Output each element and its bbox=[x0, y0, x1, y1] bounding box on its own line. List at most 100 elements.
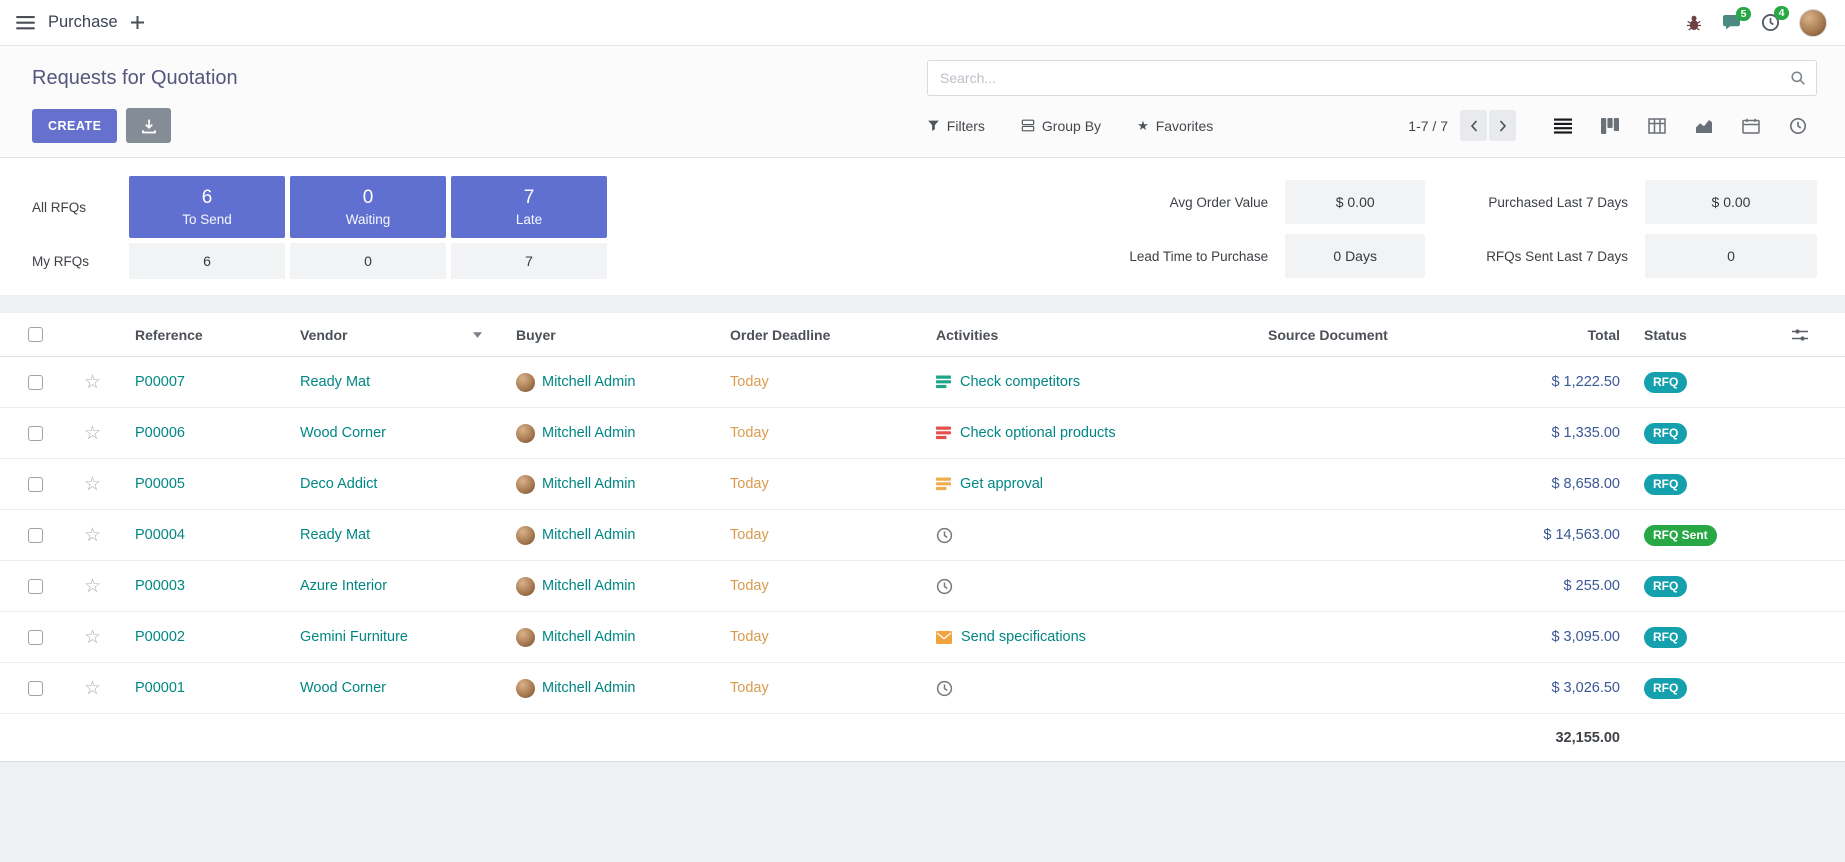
favorite-star-icon[interactable]: ☆ bbox=[84, 679, 101, 698]
header-activities[interactable]: Activities bbox=[930, 327, 1260, 343]
pivot-view-icon[interactable] bbox=[1638, 110, 1676, 142]
create-button[interactable]: CREATE bbox=[32, 109, 117, 143]
favorite-star-icon[interactable]: ☆ bbox=[84, 628, 101, 647]
pager-range: 1-7 / 7 bbox=[1408, 118, 1448, 134]
total-cell: $ 8,658.00 bbox=[1430, 476, 1630, 492]
reference-cell[interactable]: P00003 bbox=[115, 578, 300, 594]
tasks-icon[interactable] bbox=[936, 375, 951, 389]
reference-cell[interactable]: P00001 bbox=[115, 680, 300, 696]
favorite-star-icon[interactable]: ☆ bbox=[84, 373, 101, 392]
table-row[interactable]: ☆ P00005 Deco Addict Mitchell Admin Toda… bbox=[0, 459, 1845, 510]
favorite-star-icon[interactable]: ☆ bbox=[84, 526, 101, 545]
reference-cell[interactable]: P00004 bbox=[115, 527, 300, 543]
app-name[interactable]: Purchase bbox=[48, 13, 118, 32]
stat-my-late[interactable]: 7 bbox=[451, 243, 607, 279]
export-button[interactable] bbox=[126, 108, 171, 143]
envelope-icon[interactable] bbox=[936, 631, 952, 644]
buyer-cell[interactable]: Mitchell Admin bbox=[542, 476, 635, 492]
header-reference[interactable]: Reference bbox=[115, 327, 300, 343]
buyer-cell[interactable]: Mitchell Admin bbox=[542, 425, 635, 441]
table-row[interactable]: ☆ P00007 Ready Mat Mitchell Admin Today … bbox=[0, 357, 1845, 408]
buyer-cell[interactable]: Mitchell Admin bbox=[542, 374, 635, 390]
buyer-cell[interactable]: Mitchell Admin bbox=[542, 629, 635, 645]
group-by-button[interactable]: Group By bbox=[1021, 118, 1101, 134]
vendor-cell[interactable]: Gemini Furniture bbox=[300, 629, 510, 645]
activity-summary[interactable]: Get approval bbox=[960, 476, 1043, 492]
table-row[interactable]: ☆ P00006 Wood Corner Mitchell Admin Toda… bbox=[0, 408, 1845, 459]
vendor-cell[interactable]: Wood Corner bbox=[300, 425, 510, 441]
optional-columns-icon[interactable] bbox=[1792, 328, 1808, 342]
row-checkbox[interactable] bbox=[28, 375, 43, 390]
row-checkbox[interactable] bbox=[28, 579, 43, 594]
row-checkbox[interactable] bbox=[28, 528, 43, 543]
buyer-cell[interactable]: Mitchell Admin bbox=[542, 527, 635, 543]
tasks-icon[interactable] bbox=[936, 426, 951, 440]
reference-cell[interactable]: P00005 bbox=[115, 476, 300, 492]
pager-next-button[interactable] bbox=[1489, 110, 1516, 141]
table-footer-row: 32,155.00 bbox=[0, 714, 1845, 762]
stat-late[interactable]: 7 Late bbox=[451, 176, 607, 238]
user-avatar[interactable] bbox=[1799, 9, 1827, 37]
plus-icon[interactable] bbox=[131, 16, 144, 29]
activity-summary[interactable]: Send specifications bbox=[961, 629, 1086, 645]
row-checkbox[interactable] bbox=[28, 426, 43, 441]
kpi-grid: Avg Order Value $ 0.00 Purchased Last 7 … bbox=[1129, 180, 1817, 278]
list-view-icon[interactable] bbox=[1544, 110, 1582, 142]
row-checkbox[interactable] bbox=[28, 681, 43, 696]
pager-previous-button[interactable] bbox=[1460, 110, 1487, 141]
vendor-cell[interactable]: Ready Mat bbox=[300, 527, 510, 543]
apps-menu-icon[interactable] bbox=[16, 15, 35, 30]
kanban-view-icon[interactable] bbox=[1591, 110, 1629, 142]
activity-summary[interactable]: Check competitors bbox=[960, 374, 1080, 390]
vendor-cell[interactable]: Wood Corner bbox=[300, 680, 510, 696]
status-badge: RFQ bbox=[1644, 423, 1687, 444]
clock-icon[interactable] bbox=[936, 680, 953, 697]
clock-icon[interactable] bbox=[936, 578, 953, 595]
activity-summary[interactable]: Check optional products bbox=[960, 425, 1116, 441]
header-vendor[interactable]: Vendor bbox=[300, 327, 510, 343]
header-buyer[interactable]: Buyer bbox=[510, 327, 725, 343]
filters-button[interactable]: Filters bbox=[927, 118, 985, 134]
reference-cell[interactable]: P00002 bbox=[115, 629, 300, 645]
stat-late-count: 7 bbox=[524, 187, 535, 209]
reference-cell[interactable]: P00006 bbox=[115, 425, 300, 441]
search-icon[interactable] bbox=[1790, 70, 1806, 86]
bug-icon[interactable] bbox=[1685, 14, 1703, 32]
table-row[interactable]: ☆ P00003 Azure Interior Mitchell Admin T… bbox=[0, 561, 1845, 612]
stat-waiting[interactable]: 0 Waiting bbox=[290, 176, 446, 238]
buyer-cell[interactable]: Mitchell Admin bbox=[542, 680, 635, 696]
vendor-cell[interactable]: Deco Addict bbox=[300, 476, 510, 492]
buyer-cell[interactable]: Mitchell Admin bbox=[542, 578, 635, 594]
stat-to-send[interactable]: 6 To Send bbox=[129, 176, 285, 238]
favorite-star-icon[interactable]: ☆ bbox=[84, 424, 101, 443]
table-row[interactable]: ☆ P00002 Gemini Furniture Mitchell Admin… bbox=[0, 612, 1845, 663]
group-by-icon bbox=[1021, 119, 1035, 132]
vendor-cell[interactable]: Azure Interior bbox=[300, 578, 510, 594]
header-source-document[interactable]: Source Document bbox=[1260, 327, 1430, 343]
table-row[interactable]: ☆ P00004 Ready Mat Mitchell Admin Today … bbox=[0, 510, 1845, 561]
status-badge: RFQ bbox=[1644, 474, 1687, 495]
calendar-view-icon[interactable] bbox=[1732, 110, 1770, 142]
stat-my-waiting[interactable]: 0 bbox=[290, 243, 446, 279]
favorite-star-icon[interactable]: ☆ bbox=[84, 577, 101, 596]
select-all-checkbox[interactable] bbox=[28, 327, 43, 342]
header-total[interactable]: Total bbox=[1430, 327, 1630, 343]
activity-view-icon[interactable] bbox=[1779, 110, 1817, 142]
tasks-icon[interactable] bbox=[936, 477, 951, 491]
graph-view-icon[interactable] bbox=[1685, 110, 1723, 142]
total-cell: $ 3,026.50 bbox=[1430, 680, 1630, 696]
favorites-button[interactable]: ★ Favorites bbox=[1137, 118, 1213, 134]
row-checkbox[interactable] bbox=[28, 477, 43, 492]
header-status[interactable]: Status bbox=[1630, 327, 1755, 343]
header-order-deadline[interactable]: Order Deadline bbox=[725, 327, 930, 343]
vendor-cell[interactable]: Ready Mat bbox=[300, 374, 510, 390]
status-badge: RFQ Sent bbox=[1644, 525, 1717, 546]
clock-icon[interactable] bbox=[936, 527, 953, 544]
table-row[interactable]: ☆ P00001 Wood Corner Mitchell Admin Toda… bbox=[0, 663, 1845, 714]
buyer-avatar bbox=[516, 526, 535, 545]
reference-cell[interactable]: P00007 bbox=[115, 374, 300, 390]
search-input[interactable] bbox=[928, 70, 1790, 86]
favorite-star-icon[interactable]: ☆ bbox=[84, 475, 101, 494]
row-checkbox[interactable] bbox=[28, 630, 43, 645]
stat-my-to-send[interactable]: 6 bbox=[129, 243, 285, 279]
